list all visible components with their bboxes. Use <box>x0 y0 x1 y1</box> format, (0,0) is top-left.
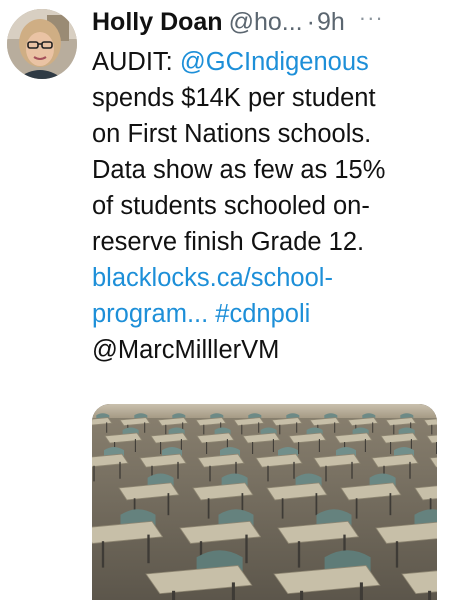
tweet-media-image[interactable] <box>92 404 437 600</box>
separator-dot: · <box>306 8 315 36</box>
tweet-link[interactable]: #cdnpoli <box>215 300 310 328</box>
tweet-text-line: blacklocks.ca/school- <box>92 260 454 296</box>
timestamp[interactable]: 9h <box>317 0 345 44</box>
tweet-text-segment: Data show as few as 15% <box>92 156 386 184</box>
tweet-text-line: of students schooled on- <box>92 188 454 224</box>
avatar[interactable] <box>7 9 77 79</box>
tweet-link[interactable]: @GCIndigenous <box>180 48 369 76</box>
tweet-text-line: AUDIT: @GCIndigenous <box>92 44 454 80</box>
tweet-header: Holly Doan @ho... · 9h ··· <box>92 0 454 44</box>
tweet-text-line: spends $14K per student <box>92 80 454 116</box>
tweet-text-line: on First Nations schools. <box>92 116 454 152</box>
tweet[interactable]: Holly Doan @ho... · 9h ··· AUDIT: @GCInd… <box>0 0 462 600</box>
tweet-text-line: program... #cdnpoli <box>92 296 454 332</box>
classroom-desks-photo <box>92 404 437 600</box>
tweet-text-line: reserve finish Grade 12. <box>92 224 454 260</box>
tweet-text-segment: reserve finish Grade 12. <box>92 228 365 256</box>
tweet-text-line: Data show as few as 15% <box>92 152 454 188</box>
tweet-text-segment: spends $14K per student <box>92 84 376 112</box>
tweet-text-line: @MarcMilllerVM <box>92 332 454 368</box>
tweet-link[interactable]: program... <box>92 300 215 328</box>
author-name[interactable]: Holly Doan <box>92 0 223 44</box>
tweet-text: AUDIT: @GCIndigenous spends $14K per stud… <box>92 44 454 368</box>
author-handle[interactable]: @ho... <box>229 0 303 44</box>
tweet-link[interactable]: blacklocks.ca/school- <box>92 264 333 292</box>
tweet-text-segment: of students schooled on- <box>92 192 370 220</box>
tweet-text-segment: on First Nations schools. <box>92 120 372 148</box>
tweet-text-segment: AUDIT: <box>92 48 180 76</box>
tweet-text-segment: @MarcMilllerVM <box>92 336 280 364</box>
more-options-icon[interactable]: ··· <box>359 0 384 40</box>
avatar-image <box>7 9 77 79</box>
tweet-content: Holly Doan @ho... · 9h ··· AUDIT: @GCInd… <box>92 0 454 368</box>
